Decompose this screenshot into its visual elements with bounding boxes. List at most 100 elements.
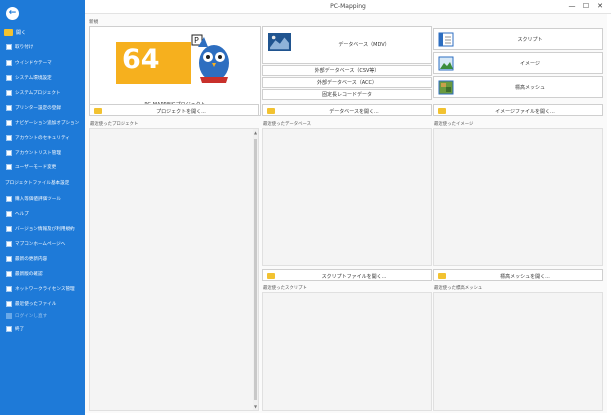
window-title: PC-Mapping xyxy=(330,3,366,10)
sidebar-item-label: 終了 xyxy=(15,326,25,332)
sidebar-open-label: 開く xyxy=(16,30,27,36)
new-image-button[interactable]: イメージ xyxy=(433,52,603,74)
menu-item-icon xyxy=(6,149,12,156)
open-script-button[interactable]: スクリプトファイルを開く... xyxy=(262,269,432,281)
recent-meshes-list[interactable] xyxy=(433,292,603,411)
sidebar-item-install[interactable]: 取り付け xyxy=(6,42,33,51)
sidebar-item-accounts[interactable]: アカウントリスト管理 xyxy=(6,148,61,157)
menu-item-icon xyxy=(6,270,12,277)
recent-databases-list[interactable] xyxy=(262,128,432,266)
sidebar-item-label: プリンター設定の登録 xyxy=(15,105,61,111)
sidebar-item-label: バージョン情報及び利用規約 xyxy=(15,226,75,232)
folder-open-icon xyxy=(94,108,102,114)
new-external-db-csv-button[interactable]: 外部データベース（CSV等） xyxy=(262,65,432,76)
sidebar-item-sysproject[interactable]: システムプロジェクト xyxy=(6,88,61,97)
sidebar-item-check-latest[interactable]: 最新版の確認 xyxy=(6,269,43,278)
sidebar-item-homepage[interactable]: マプコンホームページへ xyxy=(6,239,65,248)
new-script-label: スクリプト xyxy=(517,37,543,43)
minimize-button[interactable]: — xyxy=(565,1,579,12)
open-elevation-mesh-label: 標高メッシュを開く... xyxy=(500,274,550,280)
new-elevation-mesh-button[interactable]: 標高メッシュ xyxy=(433,76,603,98)
sidebar-item-updates[interactable]: 最新の更新内容 xyxy=(6,254,47,263)
open-image-label: イメージファイルを開く... xyxy=(495,109,555,115)
sidebar-item-label: システムプロジェクト xyxy=(15,90,61,96)
new-elevation-mesh-label: 標高メッシュ xyxy=(514,85,545,91)
owl-mascot-icon: P xyxy=(191,34,229,83)
network-icon xyxy=(6,285,12,292)
recent-projects-scrollbar[interactable]: ▲ ▼ xyxy=(253,129,258,410)
svg-text:P: P xyxy=(194,36,199,45)
menu-item-icon xyxy=(6,255,12,262)
recent-scripts-label: 最近使ったスクリプト xyxy=(263,286,307,291)
recent-images-list[interactable] xyxy=(433,128,603,266)
sidebar-item-recent-files[interactable]: 最近使ったファイル xyxy=(6,299,56,308)
sidebar-item-nav-options[interactable]: ナビゲーション追加オプション xyxy=(6,118,79,127)
sidebar-open[interactable]: 開く xyxy=(4,29,26,36)
menu-item-icon xyxy=(6,119,12,126)
open-script-label: スクリプトファイルを開く... xyxy=(321,274,387,280)
sidebar-item-exit[interactable]: 終了 xyxy=(6,324,24,333)
sidebar-item-label: ネットワークライセンス管理 xyxy=(15,286,75,292)
recent-images-label: 最近使ったイメージ xyxy=(434,122,474,127)
sidebar-item-help[interactable]: ヘルプ xyxy=(6,209,29,218)
script-icon xyxy=(438,32,454,47)
scroll-down-icon[interactable]: ▼ xyxy=(253,404,258,409)
sidebar-section-project-settings[interactable]: プロジェクトファイル基本設定 xyxy=(5,178,69,187)
new-project-card[interactable]: 64 P PC-MAPPINGプロジェクト xyxy=(89,26,261,116)
sidebar-item-label: マプコンホームページへ xyxy=(15,241,66,247)
open-project-button[interactable]: プロジェクトを開く... xyxy=(89,104,259,116)
sidebar-item-env[interactable]: システム環境設定 xyxy=(6,73,52,82)
sidebar-item-label: ナビゲーション追加オプション xyxy=(15,120,80,126)
new-external-db-acc-button[interactable]: 外部データベース（ACC） xyxy=(262,77,432,88)
database-map-icon xyxy=(267,32,292,52)
new-fixed-record-button[interactable]: 固定長レコードデータ xyxy=(262,89,432,100)
sidebar-item-tool[interactable]: 購入等価値評価ツール xyxy=(6,194,61,203)
new-image-label: イメージ xyxy=(520,61,540,67)
sidebar-item-label: アカウントのセキュリティ xyxy=(15,135,70,141)
scroll-up-icon[interactable]: ▲ xyxy=(253,130,258,135)
menu-item-icon xyxy=(6,134,12,141)
open-elevation-mesh-button[interactable]: 標高メッシュを開く... xyxy=(433,269,603,281)
recent-meshes-label: 最近使った標高メッシュ xyxy=(434,286,483,291)
sidebar-item-theme[interactable]: ウインドウテーマ xyxy=(6,58,52,67)
new-database-button[interactable]: データベース（MDV） xyxy=(262,26,432,64)
main-panel: 新規 64 P PC-MAPPINGプロジェクト データベース（MDV） 外部デ… xyxy=(85,14,607,413)
menu-item-icon xyxy=(6,300,12,307)
menu-item-icon xyxy=(6,312,12,319)
recent-scripts-list[interactable] xyxy=(262,292,432,411)
sidebar-item-security[interactable]: アカウントのセキュリティ xyxy=(6,133,70,142)
sidebar-item-version[interactable]: バージョン情報及び利用規約 xyxy=(6,224,75,233)
new-script-button[interactable]: スクリプト xyxy=(433,28,603,50)
folder-icon xyxy=(4,29,13,36)
menu-item-icon xyxy=(6,43,12,50)
sidebar-item-label: 最新の更新内容 xyxy=(15,256,48,262)
menu-item-icon xyxy=(6,89,12,96)
maximize-button[interactable]: ☐ xyxy=(579,1,593,12)
scroll-thumb[interactable] xyxy=(254,139,257,400)
sidebar-item-usermode[interactable]: ユーザーモード変更 xyxy=(6,162,56,171)
close-button[interactable]: ✕ xyxy=(593,1,607,12)
menu-item-icon xyxy=(6,104,12,111)
open-image-button[interactable]: イメージファイルを開く... xyxy=(433,104,603,116)
folder-open-icon xyxy=(267,273,275,279)
folder-open-icon xyxy=(438,273,446,279)
title-bar: PC-Mapping — ☐ ✕ xyxy=(85,0,611,14)
sidebar-item-label: 取り付け xyxy=(15,44,34,50)
back-arrow-icon[interactable]: ← xyxy=(6,7,19,20)
open-database-button[interactable]: データベースを開く... xyxy=(262,104,432,116)
menu-item-icon xyxy=(6,163,12,170)
logo-number: 64 xyxy=(122,44,160,75)
help-icon xyxy=(6,210,12,217)
sidebar-item-label: 最近使ったファイル xyxy=(15,301,57,307)
sidebar-item-label: ユーザーモード変更 xyxy=(15,164,57,170)
open-database-label: データベースを開く... xyxy=(329,109,379,115)
menu-item-icon xyxy=(6,74,12,81)
sidebar-item-label: ウインドウテーマ xyxy=(15,60,52,66)
sidebar-item-printer[interactable]: プリンター設定の登録 xyxy=(6,103,61,112)
recent-projects-list[interactable]: ▲ ▼ xyxy=(89,128,259,411)
info-icon xyxy=(6,225,12,232)
sidebar-item-relogin: ログインし直す xyxy=(6,311,47,320)
sidebar-item-label: アカウントリスト管理 xyxy=(15,150,61,156)
sidebar-item-network-license[interactable]: ネットワークライセンス管理 xyxy=(6,284,75,293)
globe-icon xyxy=(6,240,12,247)
